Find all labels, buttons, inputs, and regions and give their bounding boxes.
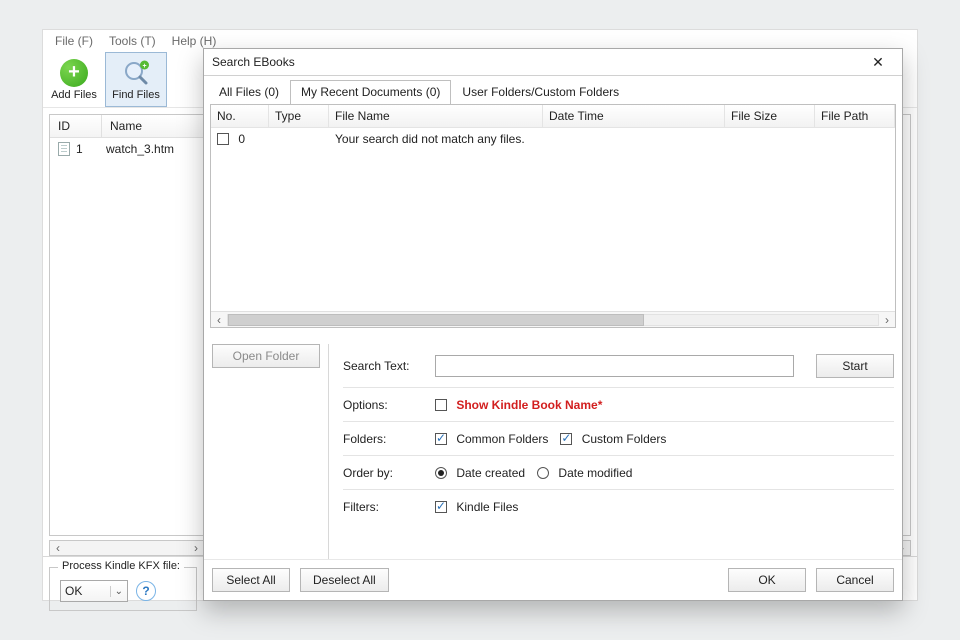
kindle-files-label: Kindle Files [456, 500, 518, 514]
start-button[interactable]: Start [816, 354, 894, 378]
order-by-label: Order by: [343, 466, 423, 480]
date-modified-radio[interactable] [537, 467, 549, 479]
folders-label: Folders: [343, 432, 423, 446]
file-list: ID Name 1 watch_3.htm [49, 114, 205, 536]
menu-file[interactable]: File (F) [47, 31, 101, 51]
add-files-label: Add Files [51, 89, 97, 101]
options-label: Options: [343, 398, 423, 412]
kfx-value: OK [65, 584, 82, 598]
deselect-all-button[interactable]: Deselect All [300, 568, 389, 592]
custom-folders-checkbox[interactable] [560, 433, 572, 445]
find-files-label: Find Files [112, 89, 160, 101]
date-created-radio[interactable] [435, 467, 447, 479]
results-row[interactable]: 0 Your search did not match any files. [211, 128, 895, 150]
date-created-label: Date created [456, 466, 525, 480]
filters-label: Filters: [343, 500, 423, 514]
col-file-path[interactable]: File Path [815, 105, 895, 128]
col-file-size[interactable]: File Size [725, 105, 815, 128]
row-checkbox[interactable] [217, 133, 229, 145]
select-all-button[interactable]: Select All [212, 568, 290, 592]
tab-user-folders[interactable]: User Folders/Custom Folders [451, 80, 630, 104]
dialog-tabs: All Files (0) My Recent Documents (0) Us… [204, 76, 902, 104]
tab-recent-documents[interactable]: My Recent Documents (0) [290, 80, 451, 104]
date-modified-label: Date modified [558, 466, 632, 480]
col-type[interactable]: Type [269, 105, 329, 128]
open-folder-button[interactable]: Open Folder [212, 344, 320, 368]
col-date-time[interactable]: Date Time [543, 105, 725, 128]
cancel-button[interactable]: Cancel [816, 568, 894, 592]
results-grid: No. Type File Name Date Time File Size F… [210, 104, 896, 328]
ok-button[interactable]: OK [728, 568, 806, 592]
tab-all-files[interactable]: All Files (0) [208, 80, 290, 104]
search-text-label: Search Text: [343, 359, 423, 373]
row-no: 0 [238, 132, 245, 146]
file-name: watch_3.htm [102, 142, 174, 156]
col-no[interactable]: No. [211, 105, 269, 128]
results-scrollbar[interactable]: ‹ › [211, 311, 895, 327]
close-icon[interactable]: ✕ [860, 54, 896, 71]
common-folders-label: Common Folders [456, 432, 548, 446]
common-folders-checkbox[interactable] [435, 433, 447, 445]
show-kindle-label: Show Kindle Book Name* [456, 398, 602, 412]
document-icon [58, 142, 70, 156]
file-list-header-id[interactable]: ID [50, 115, 102, 137]
search-ebooks-dialog: Search EBooks ✕ All Files (0) My Recent … [203, 48, 903, 601]
file-list-scrollbar[interactable]: ‹› [49, 540, 205, 556]
custom-folders-label: Custom Folders [582, 432, 667, 446]
chevron-down-icon: ⌄ [110, 586, 123, 597]
file-list-header-name[interactable]: Name [102, 115, 204, 137]
dialog-title: Search EBooks [212, 55, 295, 69]
kfx-legend: Process Kindle KFX file: [58, 560, 184, 572]
menu-tools[interactable]: Tools (T) [101, 31, 164, 51]
help-icon[interactable]: ? [136, 581, 156, 601]
kindle-files-checkbox[interactable] [435, 501, 447, 513]
add-files-button[interactable]: + Add Files [43, 52, 105, 107]
find-files-button[interactable]: + Find Files [105, 52, 167, 107]
svg-text:+: + [142, 63, 146, 70]
show-kindle-checkbox[interactable] [435, 399, 447, 411]
kfx-select[interactable]: OK ⌄ [60, 580, 128, 602]
magnify-icon: + [122, 59, 150, 87]
file-id: 1 [76, 142, 83, 156]
col-file-name[interactable]: File Name [329, 105, 543, 128]
row-message: Your search did not match any files. [329, 128, 543, 150]
plus-icon: + [60, 59, 88, 87]
file-list-row[interactable]: 1 watch_3.htm [50, 138, 204, 160]
search-text-input[interactable] [435, 355, 794, 377]
kfx-group: Process Kindle KFX file: OK ⌄ ? [49, 567, 197, 611]
